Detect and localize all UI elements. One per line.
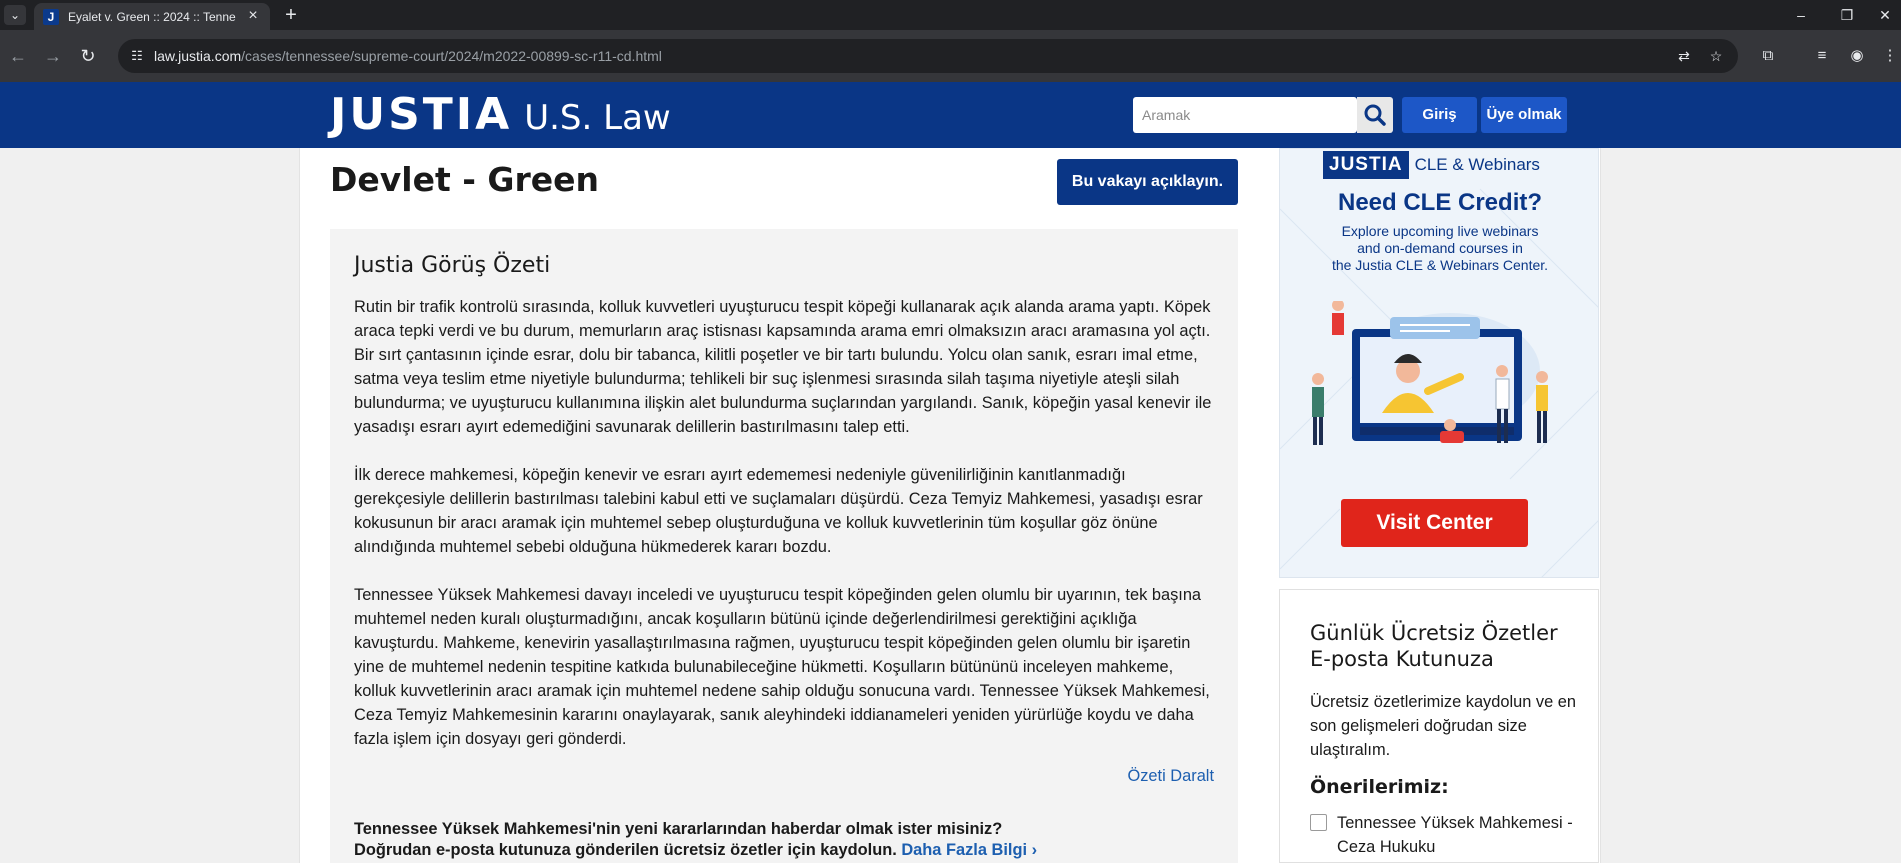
login-button[interactable]: Giriş: [1402, 97, 1477, 133]
logo-sub: U.S. Law: [524, 98, 671, 138]
close-icon[interactable]: ×: [244, 7, 262, 25]
new-tab-icon[interactable]: +: [280, 4, 302, 26]
minimize-icon[interactable]: –: [1786, 4, 1816, 26]
reload-icon[interactable]: ↻: [75, 43, 101, 69]
ad-subtext: Explore upcoming live webinars and on-de…: [1280, 223, 1598, 274]
recommendation-checkbox[interactable]: [1310, 814, 1327, 831]
more-info-link[interactable]: Daha Fazla Bilgi ›: [901, 841, 1037, 859]
tab-search-icon[interactable]: ⌄: [4, 5, 26, 25]
tab-title: Eyalet v. Green :: 2024 :: Tennessee: [68, 10, 236, 24]
forward-icon[interactable]: →: [40, 43, 66, 69]
search-input[interactable]: [1133, 97, 1357, 133]
ad-brand-sub: CLE & Webinars: [1414, 155, 1540, 174]
recommendation-label[interactable]: Tennessee Yüksek Mahkemesi - Ceza Hukuku: [1337, 811, 1577, 859]
main-column: Devlet - Green Bu vakayı açıklayın. Just…: [330, 148, 1238, 863]
site-header: JUSTIA U.S. Law Giriş Üye olmak: [0, 82, 1901, 148]
collapse-summary-link[interactable]: Özeti Daralt: [1127, 767, 1214, 791]
url-host: law.justia.com: [154, 48, 242, 64]
summary-heading: Justia Görüş Özeti: [354, 253, 551, 278]
opinion-summary: Justia Görüş Özeti Rutin bir trafik kont…: [330, 229, 1238, 863]
summary-paragraph: Rutin bir trafik kontrolü sırasında, kol…: [354, 298, 1212, 436]
ad-sub-line: Explore upcoming live webinars: [1341, 223, 1539, 239]
ad-sub-line: and on-demand courses in: [1357, 240, 1523, 256]
summary-paragraph: İlk derece mahkemesi, köpeğin kenevir ve…: [354, 466, 1203, 556]
justia-logo[interactable]: JUSTIA U.S. Law: [330, 89, 671, 140]
address-bar[interactable]: ☷ law.justia.com/cases/tennessee/supreme…: [118, 39, 1738, 73]
extensions-icon[interactable]: ⧉: [1756, 44, 1780, 68]
signup-title: Günlük Ücretsiz Özetler E-posta Kutunuza: [1310, 621, 1558, 671]
url-text[interactable]: law.justia.com/cases/tennessee/supreme-c…: [154, 48, 662, 64]
visit-center-button[interactable]: Visit Center: [1341, 499, 1528, 547]
ad-brand: JUSTIA CLE & Webinars: [1323, 151, 1540, 179]
cle-webinars-ad[interactable]: JUSTIA CLE & Webinars Need CLE Credit? Ex…: [1279, 148, 1599, 578]
back-icon[interactable]: ←: [5, 43, 31, 69]
translate-icon[interactable]: ⇄: [1674, 46, 1694, 66]
subscribe-prompt: Tennessee Yüksek Mahkemesi'nin yeni kara…: [354, 819, 1216, 861]
ad-sub-line: the Justia CLE & Webinars Center.: [1331, 257, 1549, 273]
search-box: [1133, 97, 1357, 133]
logo-main: JUSTIA: [330, 89, 513, 140]
menu-icon[interactable]: ⋮: [1878, 44, 1901, 68]
profile-icon[interactable]: ◉: [1845, 44, 1869, 68]
webinar-illustration: [1312, 301, 1548, 445]
search-icon: [1364, 104, 1386, 126]
url-path: /cases/tennessee/supreme-court/2024/m202…: [241, 48, 662, 64]
recommendations-title: Önerilerimiz:: [1310, 776, 1449, 798]
bookmark-star-icon[interactable]: ☆: [1706, 46, 1726, 66]
email-signup-box: Günlük Ücretsiz Özetler E-posta Kutunuza…: [1279, 589, 1599, 863]
ad-headline: Need CLE Credit?: [1337, 189, 1543, 216]
browser-tabstrip: ⌄ J Eyalet v. Green :: 2024 :: Tennessee…: [0, 0, 1901, 30]
restore-icon[interactable]: ❐: [1832, 4, 1862, 26]
window-close-icon[interactable]: ✕: [1870, 4, 1900, 26]
favicon-icon: J: [43, 9, 59, 25]
explain-case-button[interactable]: Bu vakayı açıklayın.: [1057, 159, 1238, 205]
subscribe-line-2: Doğrudan e-posta kutunuza gönderilen ücr…: [354, 841, 897, 859]
browser-toolbar: ← → ↻ ☷ law.justia.com/cases/tennessee/s…: [0, 30, 1901, 82]
summary-paragraph: Tennessee Yüksek Mahkemesi davayı incele…: [354, 586, 1210, 748]
subscribe-line-1: Tennessee Yüksek Mahkemesi'nin yeni kara…: [354, 820, 1003, 838]
browser-tab[interactable]: J Eyalet v. Green :: 2024 :: Tennessee ×: [34, 3, 270, 30]
site-info-icon[interactable]: ☷: [128, 47, 146, 65]
case-title: Devlet - Green: [330, 160, 600, 199]
ad-brand-logo: JUSTIA: [1323, 151, 1409, 179]
signup-button[interactable]: Üye olmak: [1481, 97, 1567, 133]
search-button[interactable]: [1357, 97, 1393, 133]
signup-description: Ücretsiz özetlerimize kaydolun ve en son…: [1310, 693, 1577, 759]
media-icon[interactable]: ≡: [1810, 44, 1834, 68]
